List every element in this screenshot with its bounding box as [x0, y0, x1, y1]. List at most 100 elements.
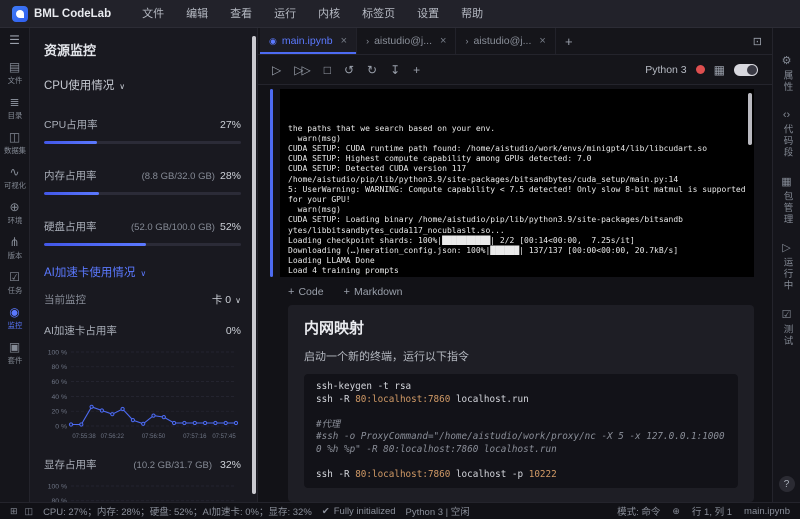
sidebar-item-environment[interactable]: ⊕ 环境 — [0, 197, 30, 232]
kernel-status[interactable]: Python 3 | 空闲 — [406, 504, 470, 518]
tab-aistudioj[interactable]: › aistudio@j... × — [357, 28, 457, 54]
code-line: #代理 — [316, 419, 726, 432]
sidebar-item-label: 版本 — [7, 251, 22, 260]
menu-item[interactable]: 运行 — [263, 0, 307, 28]
run-all-icon[interactable]: ▷▷ — [294, 63, 311, 77]
resource-meter: 内存占用率 (8.8 GB/32.0 GB) 28% — [44, 168, 241, 195]
sidebar-item-suite[interactable]: ▣ 套件 — [0, 337, 30, 372]
svg-text:60 %: 60 % — [52, 379, 68, 386]
save-icon[interactable]: ↧ — [390, 63, 400, 77]
menu-item[interactable]: 标签页 — [351, 0, 406, 28]
console-line: warn(msg) — [288, 133, 341, 143]
svg-text:07:56:50: 07:56:50 — [142, 434, 166, 440]
tab-mainipynb[interactable]: ◉ main.ipynb × — [260, 28, 358, 54]
add-markdown-cell-button[interactable]: + Markdown — [344, 286, 403, 298]
hamburger-menu-icon[interactable]: ☰ — [9, 33, 20, 47]
gpu-usage-meter: AI加速卡占用率 0% — [44, 323, 241, 338]
sidebar-item-monitor[interactable]: ◉ 监控 — [0, 302, 30, 337]
gpu-section-title: AI加速卡使用情况 — [44, 267, 136, 279]
console-line: Loading checkpoint shards: 100%|████████… — [288, 235, 635, 245]
monitor-label: 当前监控 — [44, 294, 86, 306]
tab-label: aistudio@j... — [374, 35, 433, 47]
simple-mode-toggle[interactable] — [734, 63, 758, 76]
meter-value: 28% — [219, 170, 241, 182]
terminal-icon: › — [465, 36, 469, 46]
svg-text:100 %: 100 % — [48, 483, 67, 490]
notebook-content: the paths that we search based on your e… — [258, 85, 772, 502]
console-line: Downloading (…)neration_config.json: 100… — [288, 246, 679, 256]
menu-item[interactable]: 设置 — [406, 0, 450, 28]
svg-text:40 %: 40 % — [52, 394, 68, 401]
help-icon[interactable]: ? — [778, 476, 795, 492]
restart-icon[interactable]: ↺ — [344, 63, 354, 77]
plus-icon: + — [343, 286, 350, 298]
tab-bar: ◉ main.ipynb × › aistudio@j... × › aistudio@j..… — [258, 28, 772, 55]
panel-title: 资源监控 — [44, 43, 97, 58]
notebook-area: ◉ main.ipynb × › aistudio@j... × › aistudio@j..… — [258, 28, 772, 502]
code-segment: 80:localhost:7860 — [355, 393, 451, 405]
sidebar-item-outline[interactable]: ≣ 目录 — [0, 92, 30, 127]
gpu-section-header[interactable]: AI加速卡使用情况 ∨ — [44, 264, 241, 280]
layout-toggle-icon[interactable]: ⊞ — [10, 506, 18, 517]
code-segment: localhost.run — [450, 393, 529, 405]
console-line: CUDA SETUP: CUDA runtime path found: /ho… — [288, 144, 708, 154]
code-segment: ssh -R — [316, 468, 356, 480]
add-code-label: Code — [298, 286, 324, 298]
new-launcher-icon[interactable]: ⊡ — [753, 28, 772, 54]
menu-items: 文件 编辑 查看 运行 内核 标签页 设置 帮助 — [131, 0, 494, 28]
sidebar-item-files[interactable]: ▤ 文件 — [0, 57, 30, 92]
add-cell-button[interactable]: + — [413, 63, 420, 77]
app-title: BML CodeLab — [34, 7, 112, 20]
add-code-cell-button[interactable]: + Code — [288, 286, 324, 298]
rightbar-item-properties[interactable]: ⚙ 属性 — [780, 54, 794, 93]
cell-collapser[interactable] — [270, 89, 273, 277]
panel-toggle-icon[interactable]: ◫ — [25, 506, 34, 517]
console-scrollbar[interactable] — [748, 93, 752, 145]
sidebar-item-visualization[interactable]: ∿ 可视化 — [0, 162, 30, 197]
rightbar-item-tests[interactable]: ☑ 测试 — [780, 308, 794, 347]
svg-text:0 %: 0 % — [55, 423, 67, 430]
panel-scrollbar[interactable] — [252, 36, 256, 494]
card-select-dropdown[interactable]: 卡 0 ∨ — [212, 292, 241, 307]
resource-meter: 硬盘占用率 (52.0 GB/100.0 GB) 52% — [44, 219, 241, 246]
close-icon[interactable]: × — [440, 35, 446, 47]
progress-bar-fill — [44, 192, 100, 195]
new-tab-button[interactable]: + — [556, 28, 582, 54]
sidebar-item-version[interactable]: ⋔ 版本 — [0, 232, 30, 267]
interrupt-icon[interactable]: □ — [324, 63, 331, 77]
language-icon[interactable]: ⊕ — [672, 506, 680, 517]
cpu-section-header[interactable]: CPU使用情况 ∨ — [44, 77, 241, 93]
menu-item[interactable]: 文件 — [131, 0, 175, 28]
sidebar-item-dataset[interactable]: ◫ 数据集 — [0, 127, 30, 162]
right-sidebar: ⚙ 属性 ‹› 代码段 ▦ 包管理 ▷ 运行中 ☑ 测试 ? — [772, 28, 800, 502]
refresh-icon[interactable]: ↻ — [367, 63, 377, 77]
rightbar-item-snippets[interactable]: ‹› 代码段 — [780, 109, 794, 159]
meter-detail: (52.0 GB/100.0 GB) — [131, 222, 215, 233]
menu-item[interactable]: 编辑 — [175, 0, 219, 28]
close-icon[interactable]: × — [539, 35, 545, 47]
rightbar-item-running[interactable]: ▷ 运行中 — [780, 241, 794, 292]
markdown-heading: 内网映射 — [304, 320, 365, 337]
meter-value: 27% — [219, 119, 241, 131]
tab-aistudioj[interactable]: › aistudio@j... × — [456, 28, 556, 54]
markdown-cell[interactable]: 内网映射 启动一个新的终端，运行以下指令 ssh-keygen -t rsa ss… — [288, 305, 754, 502]
menu-item[interactable]: 帮助 — [450, 0, 494, 28]
toolbar-buttons: ▷ ▷▷ □ ↺ ↻ ↧ — [272, 63, 400, 77]
sidebar-item-label: 可视化 — [3, 181, 26, 190]
tab-label: aistudio@j... — [473, 35, 532, 47]
cursor-position[interactable]: 行 1, 列 1 — [692, 504, 732, 518]
meter-row: 硬盘占用率 (52.0 GB/100.0 GB) 52% — [44, 219, 241, 234]
menu-item[interactable]: 查看 — [219, 0, 263, 28]
run-icon[interactable]: ▷ — [272, 63, 281, 77]
keyboard-shortcuts-icon[interactable]: ▦ — [714, 63, 725, 77]
close-icon[interactable]: × — [341, 35, 347, 47]
rightbar-item-label: 运行中 — [781, 257, 793, 292]
kernel-selector[interactable]: Python 3 — [645, 64, 686, 76]
console-line: Load 4 training prompts — [288, 266, 399, 276]
sidebar-item-tasks[interactable]: ☑ 任务 — [0, 267, 30, 302]
dataset-icon: ◫ — [8, 130, 21, 144]
menu-item[interactable]: 内核 — [307, 0, 351, 28]
output-cell[interactable]: the paths that we search based on your e… — [270, 89, 766, 277]
rightbar-item-packages[interactable]: ▦ 包管理 — [780, 175, 794, 226]
